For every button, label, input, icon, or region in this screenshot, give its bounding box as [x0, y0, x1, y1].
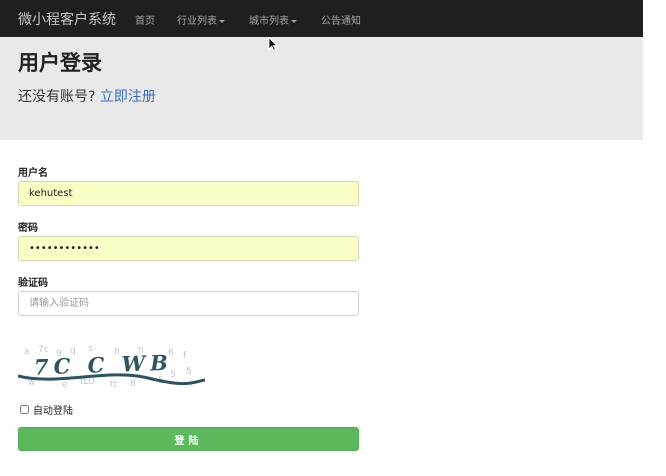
register-prompt: 还没有账号? 立即注册 [18, 86, 156, 106]
login-button[interactable]: 登陆 [18, 427, 359, 451]
nav-item-city-list[interactable]: 城市列表 [249, 12, 297, 27]
register-prompt-text: 还没有账号? [18, 89, 96, 105]
captcha-input[interactable] [18, 291, 359, 316]
chevron-down-icon [219, 19, 225, 23]
chevron-down-icon [291, 19, 297, 23]
svg-text:8: 8 [130, 379, 136, 389]
navbar: 微小程客户系统 首页 行业列表 城市列表 公告通知 [0, 0, 643, 37]
svg-text:e: e [62, 380, 68, 389]
register-link[interactable]: 立即注册 [100, 89, 156, 105]
auto-login-option[interactable]: 自动登陆 [20, 402, 73, 417]
page-header: 用户登录 还没有账号? 立即注册 [0, 37, 643, 140]
svg-text:a: a [24, 347, 30, 357]
password-label: 密码 [18, 223, 38, 234]
brand-title[interactable]: 微小程客户系统 [18, 9, 116, 29]
nav-item-home[interactable]: 首页 [135, 12, 155, 27]
nav-item-notices[interactable]: 公告通知 [321, 12, 361, 27]
captcha-image[interactable]: a 7c 9 qsh n6f w e tLU tt 8 5 5 5r 7C C WB [18, 344, 205, 389]
page-title: 用户登录 [18, 51, 102, 75]
svg-text:tt: tt [110, 380, 118, 389]
svg-text:5: 5 [186, 367, 192, 377]
password-input[interactable] [18, 236, 359, 261]
mouse-cursor-icon [268, 37, 278, 51]
auto-login-label: 自动登陆 [33, 406, 73, 417]
username-input[interactable] [18, 181, 359, 206]
captcha-label: 验证码 [18, 278, 48, 289]
auto-login-checkbox[interactable] [20, 405, 29, 414]
nav-item-industry-list[interactable]: 行业列表 [177, 12, 225, 27]
username-label: 用户名 [18, 168, 48, 179]
